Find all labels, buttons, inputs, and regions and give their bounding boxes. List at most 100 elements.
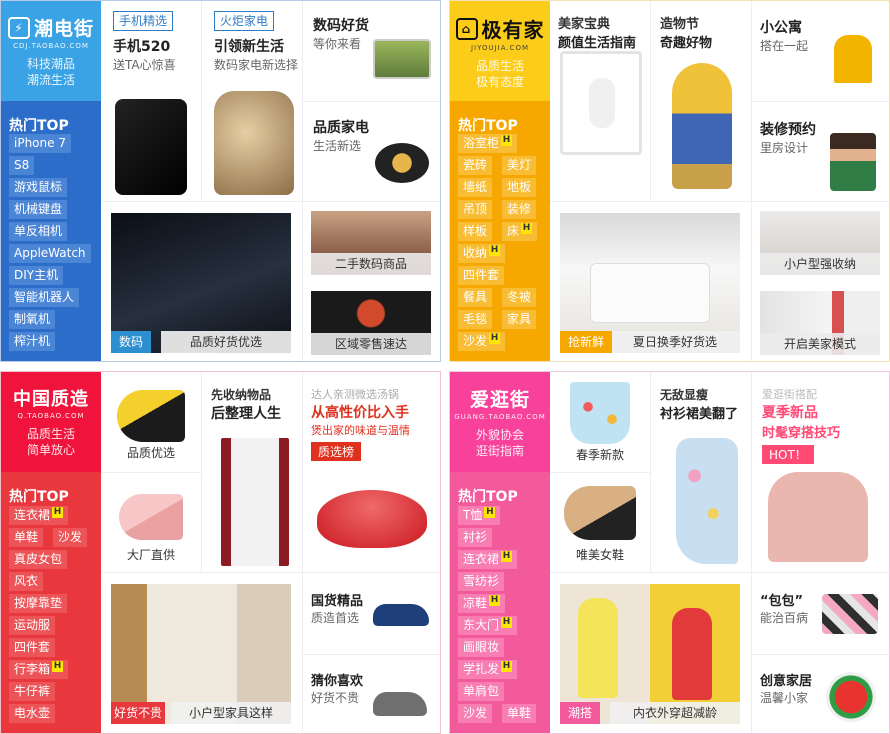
banner-home-mode[interactable]: 开启美家模式 — [760, 291, 880, 355]
promo-home-guide[interactable]: 美家宝典 颜值生活指南 — [558, 13, 650, 201]
promo-title: 手机520 — [113, 39, 171, 55]
promo-subtitle: 时髦穿搭技巧 — [762, 426, 841, 441]
hot-top-title: 热门TOP — [458, 489, 518, 505]
hot-tag[interactable]: 墙纸 — [458, 178, 493, 197]
promo-digital-goods[interactable]: 数码好货 等你来看 — [313, 15, 440, 101]
wardrobe-image — [221, 438, 289, 566]
hot-badge-icon: H — [501, 617, 513, 628]
hot-tag[interactable]: 单鞋 — [502, 704, 537, 723]
banner-home[interactable]: 夏日换季好货选 抢新鲜 — [560, 213, 740, 353]
hot-tag[interactable]: 样板 — [458, 222, 493, 241]
watermelon-image — [826, 672, 876, 722]
hot-tag[interactable]: 机械键盘 — [9, 200, 68, 219]
massage-chair-image — [214, 91, 294, 195]
hot-tag[interactable]: 风衣 — [9, 572, 44, 591]
hot-tag[interactable]: 冬被 — [502, 288, 537, 307]
hot-tag[interactable]: 行李箱 H — [9, 660, 69, 679]
promo-guess-you-like[interactable]: 猜你喜欢 好货不贵 — [311, 670, 440, 733]
hot-tag[interactable]: 运动服 — [9, 616, 56, 635]
hot-tag[interactable]: 连衣裙 H — [458, 550, 518, 569]
hot-tag[interactable]: 地板 — [502, 178, 537, 197]
hot-tag[interactable]: 智能机器人 — [9, 288, 80, 307]
hot-tag[interactable]: 沙发 — [53, 528, 88, 547]
quality-list-button[interactable]: 质选榜 — [311, 442, 362, 461]
hot-tag[interactable]: 游戏鼠标 — [9, 178, 68, 197]
banner-storage[interactable]: 小户型强收纳 — [760, 211, 880, 275]
hot-button[interactable]: HOT！ — [762, 445, 814, 464]
banner-caption: 小户型家具这样 — [171, 702, 291, 724]
hot-tag[interactable]: 按摩靠垫 — [9, 594, 68, 613]
promo-shirt-dress[interactable]: 无敌显瘦 衬衫裙美翻了 — [660, 386, 750, 572]
promo-appliance[interactable]: 火炬家电 引领新生活 数码家电新选择 — [214, 11, 302, 201]
hot-tag[interactable]: AppleWatch — [9, 244, 91, 263]
hot-tag[interactable]: 雪纺衫 — [458, 572, 505, 591]
promo-soup-pot[interactable]: 达人亲测微选汤锅 从高性价比入手 煲出家的味道与温情 质选榜 — [311, 386, 439, 572]
promo-spring-new[interactable]: 春季新款 — [550, 372, 650, 472]
banner-digital[interactable]: 品质好货优选 数码 — [111, 213, 291, 353]
hot-tag[interactable]: 东大门 H — [458, 616, 518, 635]
banner-furniture[interactable]: 小户型家具这样 好货不贵 — [111, 584, 291, 724]
promo-renovation[interactable]: 装修预约 里房设计 — [760, 119, 889, 201]
hot-tag[interactable]: 浴室柜 H — [458, 134, 518, 153]
hot-top-title: 热门TOP — [9, 118, 69, 134]
hot-tag[interactable]: 衬衫 — [458, 528, 493, 547]
hot-tag[interactable]: iPhone 7 — [9, 134, 71, 153]
promo-creative-home[interactable]: 创意家居 温馨小家 — [760, 670, 889, 733]
hot-tag[interactable]: 电水壶 — [9, 704, 56, 723]
hot-tag[interactable]: 美灯 — [502, 156, 537, 175]
banner-caption: 内衣外穿超减龄 — [610, 702, 740, 724]
hot-tag[interactable]: S8 — [9, 156, 35, 175]
brand-home[interactable]: ⌂ 极有家 JIYOUJIA.COM 品质生活 极有态度 — [450, 1, 550, 101]
hot-tag[interactable]: 单鞋 — [9, 528, 44, 547]
hot-tag[interactable]: 沙发 — [458, 704, 493, 723]
promo-bags[interactable]: “包包” 能治百病 — [760, 590, 889, 654]
promo-small-apartment[interactable]: 小公寓 搭在一起 — [760, 17, 889, 101]
hot-tag[interactable]: 榨汁机 — [9, 332, 56, 351]
hot-tag[interactable]: 四件套 — [458, 266, 505, 285]
hot-tag[interactable]: 毛毯 — [458, 310, 493, 329]
hot-tag[interactable]: 单肩包 — [458, 682, 505, 701]
hot-tag[interactable]: 连衣裙 H — [9, 506, 69, 525]
hot-tag[interactable]: 真皮女包 — [9, 550, 68, 569]
promo-pretty-shoes[interactable]: 唯美女鞋 — [550, 472, 650, 572]
promo-storage[interactable]: 先收纳物品 后整理人生 — [211, 386, 301, 572]
pink-heels-image — [119, 494, 183, 540]
hot-tag[interactable]: 装修 — [502, 200, 537, 219]
hot-tag[interactable]: 餐具 — [458, 288, 493, 307]
brand-quality[interactable]: 中国质造 Q.TAOBAO.COM 品质生活 简单放心 — [1, 372, 101, 472]
promo-caption: 大厂直供 — [126, 548, 175, 562]
promo-caption: 品质优选 — [126, 446, 175, 460]
promo-home-appliance[interactable]: 品质家电 生活新选 — [313, 117, 440, 201]
hot-badge-icon: H — [521, 223, 533, 234]
hot-tag[interactable]: T恤 H — [458, 506, 501, 525]
hot-tag[interactable]: 瓷砖 — [458, 156, 493, 175]
hot-tag[interactable]: 画眼妆 — [458, 638, 505, 657]
hot-tag[interactable]: 制氧机 — [9, 310, 56, 329]
hot-tag[interactable]: 牛仔裤 — [9, 682, 56, 701]
promo-summer-style[interactable]: 爱逛街搭配 夏季新品 时髦穿搭技巧 HOT！ — [762, 386, 889, 572]
hot-tag[interactable]: 家具 — [502, 310, 537, 329]
hot-tag[interactable]: 四件套 — [9, 638, 56, 657]
hot-tag[interactable]: 学扎发 H — [458, 660, 518, 679]
brand-digital[interactable]: ⚡ 潮电街 CDJ.TAOBAO.COM 科技潮品 潮流生活 — [1, 1, 101, 101]
hot-tag[interactable]: 床H — [502, 222, 538, 241]
promo-domestic[interactable]: 国货精品 质造首选 — [311, 590, 440, 654]
banner-label: 数码 — [111, 331, 152, 353]
banner-fashion[interactable]: 内衣外穿超减龄 潮搭 — [560, 584, 740, 724]
banner-second-hand[interactable]: 二手数码商品 — [311, 211, 431, 275]
promo-title: 无敌显瘦 — [660, 388, 709, 402]
hot-badge-icon: H — [501, 661, 513, 672]
promo-creation-festival[interactable]: 造物节 奇趣好物 — [660, 13, 750, 201]
promo-subtitle: 奇趣好物 — [660, 36, 713, 51]
promo-phone[interactable]: 手机精选 手机520 送TA心惊喜 — [113, 11, 201, 201]
promo-quality-select[interactable]: 品质优选 — [101, 372, 201, 472]
hot-tag[interactable]: 单反相机 — [9, 222, 68, 241]
hot-tag[interactable]: 收纳 H — [458, 244, 506, 263]
promo-factory-direct[interactable]: 大厂直供 — [101, 472, 201, 572]
hot-tag[interactable]: 沙发 H — [458, 332, 506, 351]
hot-tag[interactable]: DIY主机 — [9, 266, 64, 285]
hot-tag[interactable]: 吊顶 — [458, 200, 493, 219]
banner-retail[interactable]: 区域零售速达 — [311, 291, 431, 355]
brand-fashion[interactable]: 爱逛街 GUANG.TAOBAO.COM 外貌协会 逛街指南 — [450, 372, 550, 472]
hot-tag[interactable]: 凉鞋 H — [458, 594, 506, 613]
